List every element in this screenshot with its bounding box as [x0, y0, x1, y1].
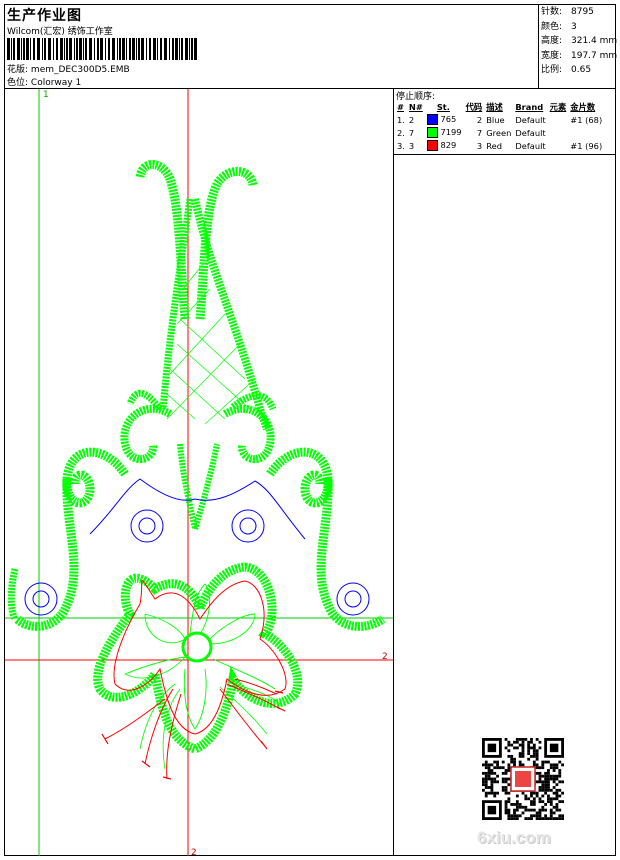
cell-element: [548, 126, 569, 139]
stat-colors: 颜色: 3: [541, 21, 577, 32]
colorway-label: 色位:: [7, 78, 29, 88]
table-row: 3. 3 829 3 Red Default #1 (96): [395, 139, 604, 152]
cell-code: 3: [476, 140, 483, 151]
color-swatch: [426, 114, 438, 125]
seal-stamp-inner: [515, 771, 531, 787]
design-value: mem_DEC300D5.EMB: [30, 65, 130, 75]
design-label: 花版:: [7, 65, 29, 75]
page-title: 生产作业图: [7, 8, 82, 24]
colorway-line: 色位: Colorway 1: [7, 75, 81, 88]
cell-idx: 2.: [397, 127, 405, 138]
col-header: N#: [408, 101, 423, 112]
cell-element: [548, 139, 569, 152]
color-swatch: [426, 140, 438, 151]
design-canvas: 1 2 2: [5, 89, 393, 856]
stats-divider: [538, 4, 539, 88]
watermark-logo: 6xiu.com: [477, 828, 551, 847]
studio-name: Wilcom(汇宏) 绣饰工作室: [7, 27, 113, 37]
panel-divider: [393, 88, 394, 856]
guide-label-1: 1: [43, 90, 49, 100]
cell-sequins: [568, 126, 604, 139]
table-header-row: # N# St. 代码 描述 Brand 元素 金片数: [395, 100, 604, 113]
stop-sequence-table: # N# St. 代码 描述 Brand 元素 金片数 1. 2 765 2 Blue…: [395, 100, 604, 152]
cell-st: 7199: [425, 126, 464, 139]
table-row: 1. 2 765 2 Blue Default #1 (68): [395, 113, 604, 126]
cell-st: 829: [425, 139, 464, 152]
col-header: St.: [436, 101, 450, 112]
cell-sequins: #1 (68): [570, 114, 603, 125]
color-swatch: [426, 127, 438, 138]
cell-desc: Red: [486, 140, 502, 151]
col-header: #: [397, 101, 404, 112]
guide-label-h2: 2: [382, 652, 388, 662]
green-embroidery: [7, 160, 386, 770]
col-header: 元素: [549, 101, 567, 112]
stat-height: 高度: 321.4 mm: [541, 36, 618, 46]
cell-n: 2: [408, 114, 415, 125]
stats-panel: 针数: 8795 颜色: 3 高度: 321.4 mm 宽度: 197.7 mm 比例:…: [541, 5, 617, 78]
colorway-value: Colorway 1: [30, 78, 82, 88]
guide-label-v2: 2: [191, 848, 197, 856]
cell-brand: Default: [515, 127, 546, 138]
table-bottom-rule: [393, 154, 616, 155]
cell-code: 2: [476, 114, 483, 125]
col-header: 描述: [486, 101, 503, 112]
cell-desc: Blue: [486, 114, 505, 125]
cell-desc: Green: [486, 127, 512, 138]
table-row: 2. 7 7199 7 Green Default: [395, 126, 604, 139]
cell-n: 3: [408, 140, 415, 151]
col-header: Brand: [515, 101, 544, 112]
cell-n: 7: [408, 127, 415, 138]
design-line: 花版: mem_DEC300D5.EMB: [7, 62, 130, 75]
cell-element: [548, 113, 569, 126]
col-header: 金片数: [570, 101, 596, 112]
cell-code: 7: [476, 127, 483, 138]
cell-sequins: #1 (96): [570, 140, 603, 151]
barcode: [7, 38, 197, 60]
stat-scale: 比例: 0.65: [541, 65, 592, 75]
cell-st: 765: [425, 113, 464, 126]
col-header: 代码: [465, 101, 483, 112]
cell-idx: 3.: [397, 140, 405, 151]
stat-stitches: 针数: 8795: [541, 7, 594, 17]
cell-idx: 1.: [397, 114, 405, 125]
qr-code: [482, 738, 564, 820]
cell-brand: Default: [515, 140, 546, 151]
cell-brand: Default: [515, 114, 546, 125]
stat-width: 宽度: 197.7 mm: [541, 50, 618, 61]
